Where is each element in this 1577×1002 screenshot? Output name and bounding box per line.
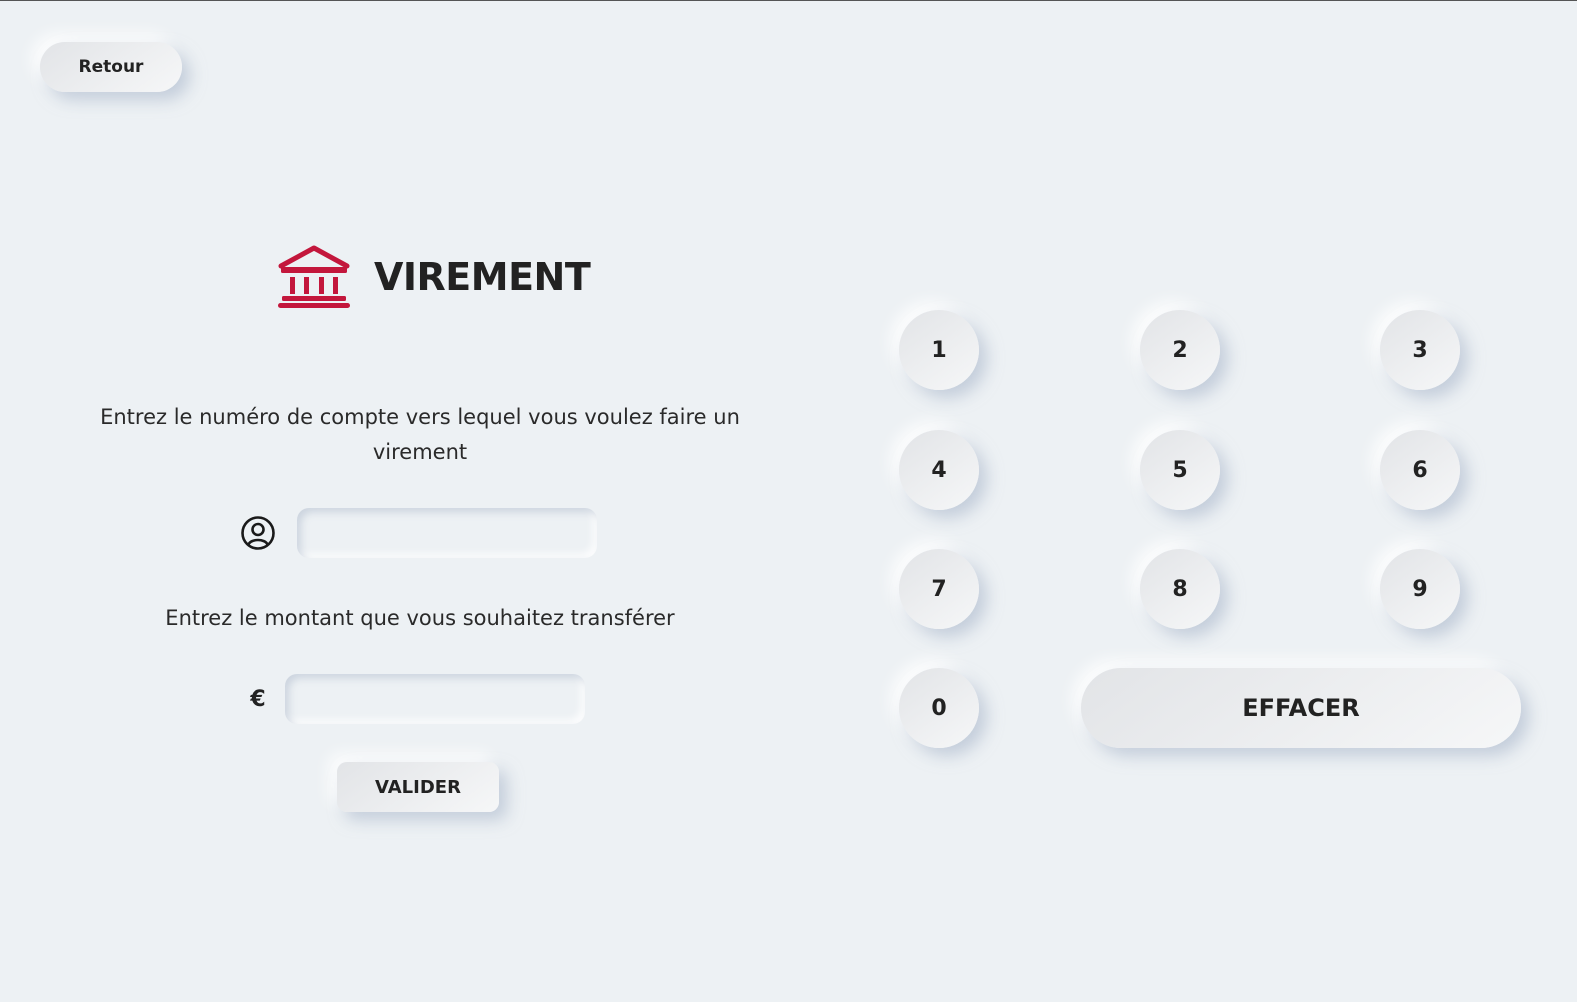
page-title: VIREMENT (374, 255, 591, 299)
account-field-row (240, 508, 597, 558)
amount-input[interactable] (285, 674, 585, 724)
validate-button[interactable]: VALIDER (337, 762, 499, 812)
account-instruction: Entrez le numéro de compte vers lequel v… (100, 405, 740, 464)
keypad-key-2[interactable]: 2 (1140, 310, 1220, 390)
keypad-key-5[interactable]: 5 (1140, 430, 1220, 510)
keypad-key-6[interactable]: 6 (1380, 430, 1460, 510)
amount-field-row: € (249, 674, 585, 724)
keypad-key-0[interactable]: 0 (899, 668, 979, 748)
user-circle-icon (241, 516, 275, 550)
back-button[interactable]: Retour (40, 42, 182, 92)
keypad-key-9[interactable]: 9 (1380, 549, 1460, 629)
keypad-key-4[interactable]: 4 (899, 430, 979, 510)
account-number-input[interactable] (297, 508, 597, 558)
keypad-key-8[interactable]: 8 (1140, 549, 1220, 629)
keypad-key-1[interactable]: 1 (899, 310, 979, 390)
euro-icon: € (250, 686, 266, 712)
keypad-key-7[interactable]: 7 (899, 549, 979, 629)
clear-button[interactable]: EFFACER (1081, 668, 1521, 748)
amount-instruction: Entrez le montant que vous souhaitez tra… (165, 606, 675, 630)
page-header: VIREMENT (276, 244, 591, 310)
keypad-key-3[interactable]: 3 (1380, 310, 1460, 390)
bank-icon (278, 245, 350, 308)
